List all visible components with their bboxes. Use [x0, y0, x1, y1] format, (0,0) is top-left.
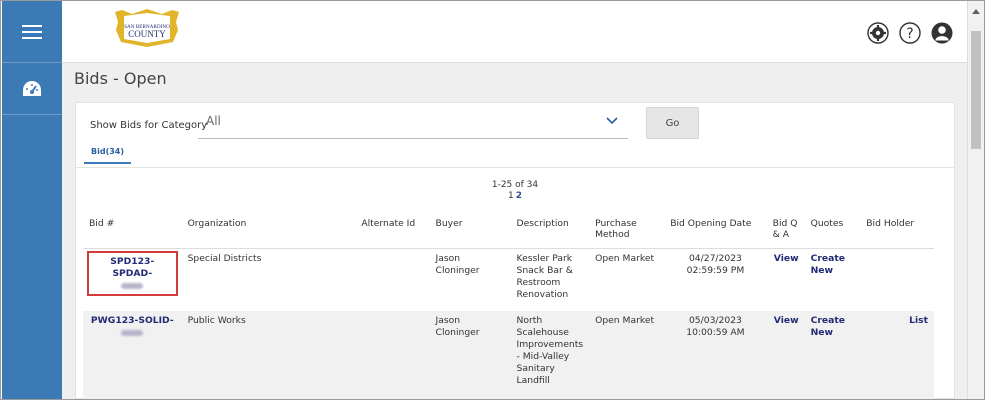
pagination: 1-25 of 34 12 — [76, 180, 954, 202]
table-header-row: Bid # Organization Alternate Id Buyer De… — [83, 214, 934, 249]
bid-number-link[interactable]: PWG123-SOLID- — [89, 315, 176, 336]
col-description[interactable]: Description — [510, 214, 590, 249]
purchase-method-cell: Open Market — [595, 315, 655, 326]
buyer-cell: Jason Cloninger — [435, 315, 480, 338]
bid-opening-date-cell: 04/27/2023 02:59:59 PM — [686, 252, 745, 276]
page-link-1[interactable]: 1 — [508, 191, 514, 201]
app-window: SAN BERNARDINO COUNTY ? Bids - Open Show… — [0, 0, 985, 400]
page-link-2[interactable]: 2 — [516, 191, 522, 201]
menu-button[interactable] — [2, 1, 62, 63]
top-bar: SAN BERNARDINO COUNTY ? — [62, 1, 967, 63]
description-cell: North Scalehouse Improvements - Mid-Vall… — [516, 315, 584, 386]
hamburger-icon — [22, 24, 42, 39]
tab-bid[interactable]: Bid(34) — [84, 147, 132, 164]
settings-icon[interactable] — [867, 22, 889, 44]
bid-holder-link[interactable]: List — [860, 311, 934, 399]
table-row: PWG123-SOLID- Public Works Jason Cloning… — [83, 311, 934, 399]
purchase-method-cell: Open Market — [595, 252, 655, 264]
main-content: Bids - Open Show Bids for Category All G… — [62, 63, 967, 399]
chevron-down-icon — [606, 117, 618, 125]
category-select-value: All — [206, 114, 221, 128]
col-organization[interactable]: Organization — [181, 214, 356, 249]
pagination-pages: 12 — [76, 191, 954, 202]
help-icon[interactable]: ? — [899, 22, 921, 44]
organization-cell: Special Districts — [187, 252, 262, 264]
view-qa-link[interactable]: View — [767, 248, 805, 311]
bid-number-cell: SPD123-SPDAD- — [83, 248, 182, 311]
logo-line2: COUNTY — [128, 29, 166, 39]
sidebar — [2, 1, 62, 399]
page-title: Bids - Open — [74, 69, 167, 88]
col-quotes[interactable]: Quotes — [804, 214, 861, 249]
sidebar-item-dashboard[interactable] — [2, 63, 62, 115]
bids-panel: Show Bids for Category All Go Bid(34) 1-… — [75, 102, 955, 399]
col-buyer[interactable]: Buyer — [429, 214, 511, 249]
county-logo[interactable]: SAN BERNARDINO COUNTY — [112, 8, 182, 48]
bids-table: Bid # Organization Alternate Id Buyer De… — [83, 214, 934, 399]
col-bid-holder[interactable]: Bid Holder — [860, 214, 934, 249]
svg-text:?: ? — [906, 26, 913, 42]
scroll-up-arrow-icon[interactable] — [972, 9, 980, 14]
scroll-thumb[interactable] — [971, 31, 981, 149]
col-bid-opening-date[interactable]: Bid Opening Date — [664, 214, 767, 249]
organization-cell: Public Works — [187, 315, 246, 326]
bid-opening-date-cell: 05/03/2023 10:00:59 AM — [686, 315, 745, 338]
buyer-cell: Jason Cloninger — [435, 252, 480, 276]
col-bid-qa[interactable]: Bid Q & A — [766, 214, 805, 249]
bid-number-text: SPD123-SPDAD- — [110, 255, 155, 279]
user-account-icon[interactable] — [931, 22, 953, 44]
create-new-quote-link[interactable]: Create New — [805, 248, 861, 311]
col-bid-number[interactable]: Bid # — [83, 214, 182, 249]
vertical-scrollbar[interactable] — [967, 1, 984, 399]
pagination-range: 1-25 of 34 — [491, 180, 539, 190]
col-alternate-id[interactable]: Alternate Id — [355, 214, 430, 249]
col-purchase-method[interactable]: Purchase Method — [589, 214, 665, 249]
redacted-text — [121, 282, 144, 289]
tab-divider — [76, 167, 954, 168]
go-button[interactable]: Go — [646, 107, 699, 139]
bid-number-cell: PWG123-SOLID- — [83, 311, 182, 399]
category-select[interactable]: All — [198, 105, 628, 139]
bid-holder-link — [860, 248, 934, 311]
category-filter-label: Show Bids for Category — [90, 120, 208, 131]
bid-number-text: PWG123-SOLID- — [90, 315, 174, 326]
alternate-id-cell — [355, 248, 429, 311]
redacted-text — [121, 330, 144, 336]
create-new-quote-link[interactable]: Create New — [805, 311, 861, 399]
view-qa-link[interactable]: View — [767, 311, 805, 399]
table-row: SPD123-SPDAD- Special Districts Jason Cl… — [83, 248, 934, 311]
alternate-id-cell — [355, 311, 429, 399]
dashboard-icon — [23, 80, 41, 96]
bid-number-link[interactable]: SPD123-SPDAD- — [87, 250, 178, 296]
description-cell: Kessler Park Snack Bar & Restroom Renova… — [516, 252, 573, 300]
top-icons: ? — [867, 22, 953, 44]
